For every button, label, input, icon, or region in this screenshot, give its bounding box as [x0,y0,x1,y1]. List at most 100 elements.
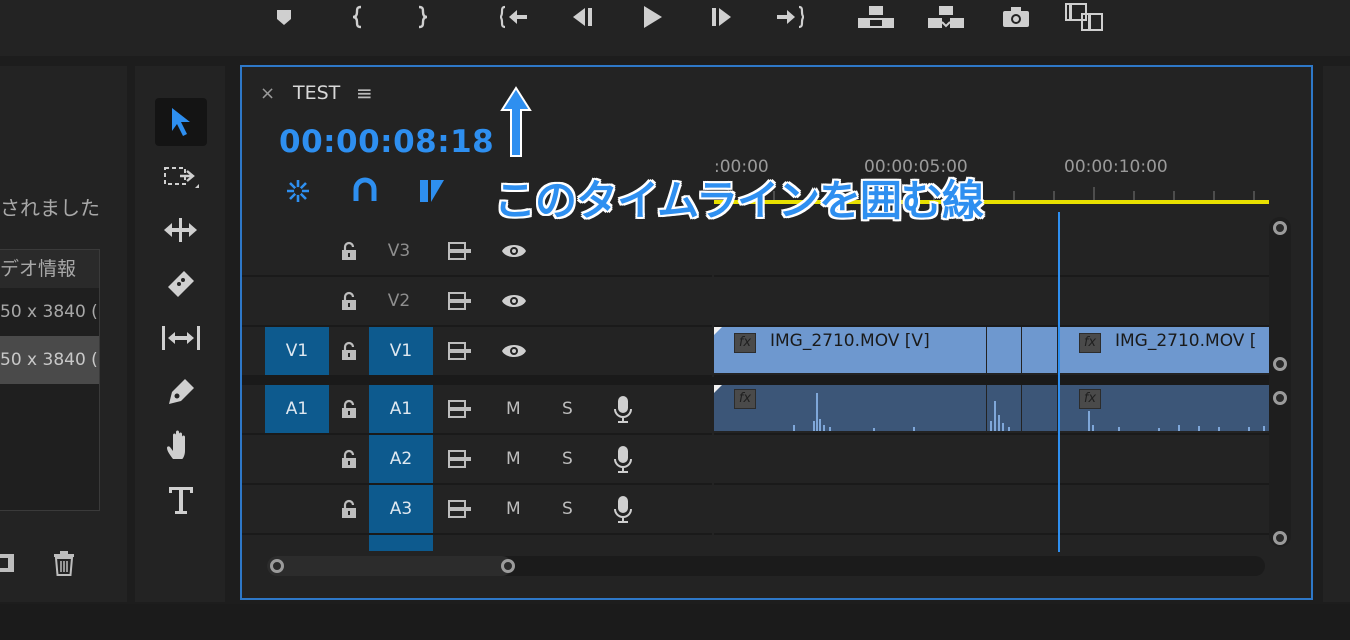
type-tool-icon[interactable] [155,476,207,524]
step-back-icon[interactable] [562,2,602,32]
source-patch-v1[interactable]: V1 [265,327,329,375]
sync-lock-icon[interactable] [448,292,472,314]
solo-button[interactable]: S [562,449,573,469]
pen-tool-icon[interactable] [155,368,207,416]
trash-icon[interactable] [52,550,76,580]
voiceover-mic-icon[interactable] [613,395,633,427]
panel-menu-icon[interactable]: ≡ [356,81,373,105]
new-item-icon[interactable] [0,552,16,578]
track-name[interactable]: V1 [369,327,433,375]
eye-icon[interactable] [501,343,527,363]
project-row-selected[interactable]: 50 x 3840 (1 [0,336,99,384]
lock-icon[interactable] [340,341,358,365]
go-to-out-icon[interactable] [770,2,810,32]
extract-icon[interactable] [926,2,966,32]
vertical-scrollbar[interactable] [1269,217,1291,547]
track-lane-a1[interactable]: fx fx [714,385,1271,435]
selection-tool-icon[interactable] [155,98,207,146]
track-select-tool-icon[interactable] [155,152,207,200]
track-lane-a3[interactable] [714,485,1271,535]
lock-icon[interactable] [340,291,358,315]
track-name[interactable]: V2 [367,277,431,325]
eye-icon[interactable] [501,293,527,313]
ripple-edit-tool-icon[interactable] [155,206,207,254]
scroll-handle-mid[interactable] [1273,357,1287,371]
zoom-handle-right[interactable] [501,559,515,573]
track-header-v1[interactable]: V1 V1 [242,327,712,377]
column-header[interactable]: デオ情報 [0,250,99,288]
project-row[interactable]: 50 x 3840 (1 [0,288,99,336]
snap-icon[interactable] [352,177,378,209]
scroll-handle-mid2[interactable] [1273,391,1287,405]
track-name[interactable]: V3 [367,227,431,275]
track-name[interactable]: A2 [369,435,433,483]
track-lane-a2[interactable] [714,435,1271,485]
video-clip[interactable]: fx IMG_2710.MOV [ [1059,327,1271,373]
audio-clip-small[interactable] [987,385,1021,431]
lift-icon[interactable] [856,2,896,32]
lock-icon[interactable] [340,399,358,423]
track-name[interactable]: A3 [369,485,433,533]
track-lane-v1[interactable]: fx IMG_2710.MOV [V] fx IMG_2710.MOV [ [714,327,1271,377]
track-header-v3[interactable]: V3 [242,227,712,277]
go-to-in-icon[interactable] [494,2,534,32]
sync-lock-icon[interactable] [448,342,472,364]
hand-tool-icon[interactable] [155,422,207,470]
zoom-handle-left[interactable] [270,559,284,573]
marker-icon[interactable] [264,2,304,32]
video-clip[interactable]: fx IMG_2710.MOV [V] [714,327,986,373]
solo-button[interactable]: S [562,499,573,519]
clip-name: IMG_2710.MOV [ [1115,331,1257,351]
mute-button[interactable]: M [506,499,521,519]
sync-lock-icon[interactable] [448,500,472,522]
mark-out-icon[interactable] [402,2,442,32]
export-frame-icon[interactable] [996,2,1036,32]
track-lane-v2[interactable] [714,277,1271,327]
track-lane-v3[interactable] [714,227,1271,277]
fx-badge: fx [1079,333,1101,353]
scroll-thumb[interactable] [267,556,512,576]
annotation-caption: このタイムラインを囲む線 [494,176,984,225]
audio-clip[interactable]: fx [714,385,986,431]
sync-lock-icon[interactable] [448,450,472,472]
play-icon[interactable] [632,2,672,32]
right-panel [1323,66,1350,602]
video-clip-small[interactable] [1022,327,1057,373]
slip-tool-icon[interactable] [155,314,207,362]
mute-button[interactable]: M [506,399,521,419]
playhead-timecode[interactable]: 00:00:08:18 [279,124,494,160]
audio-clip[interactable]: fx [1059,385,1271,431]
mark-in-icon[interactable] [338,2,378,32]
voiceover-mic-icon[interactable] [613,495,633,527]
solo-button[interactable]: S [562,399,573,419]
scroll-handle-top[interactable] [1273,221,1287,235]
razor-tool-icon[interactable] [155,260,207,308]
track-name[interactable]: A1 [369,385,433,433]
horizontal-scrollbar[interactable] [267,556,1265,576]
source-patch-a1[interactable]: A1 [265,385,329,433]
track-header-a1[interactable]: A1 A1 M S [242,385,712,435]
nest-icon[interactable] [284,177,312,209]
playhead[interactable] [1058,212,1060,552]
sync-lock-icon[interactable] [448,242,472,264]
track-header-v2[interactable]: V2 [242,277,712,327]
close-tab-icon[interactable]: × [260,83,275,104]
eye-icon[interactable] [501,243,527,263]
video-audio-divider[interactable] [242,377,1282,385]
sequence-name-tab[interactable]: TEST [293,82,340,104]
voiceover-mic-icon[interactable] [613,445,633,477]
track-header-a3[interactable]: A3 M S [242,485,712,535]
audio-clip-small[interactable] [1022,385,1057,431]
project-list: デオ情報 50 x 3840 (1 50 x 3840 (1 [0,249,100,511]
lock-icon[interactable] [340,241,358,265]
video-clip-small[interactable] [987,327,1021,373]
sync-lock-icon[interactable] [448,400,472,422]
mute-button[interactable]: M [506,449,521,469]
step-forward-icon[interactable] [702,2,742,32]
linked-selection-icon[interactable] [417,177,447,209]
track-header-a2[interactable]: A2 M S [242,435,712,485]
lock-icon[interactable] [340,499,358,523]
lock-icon[interactable] [340,449,358,473]
compare-icon[interactable] [1064,2,1104,32]
scroll-handle-bottom[interactable] [1273,531,1287,545]
